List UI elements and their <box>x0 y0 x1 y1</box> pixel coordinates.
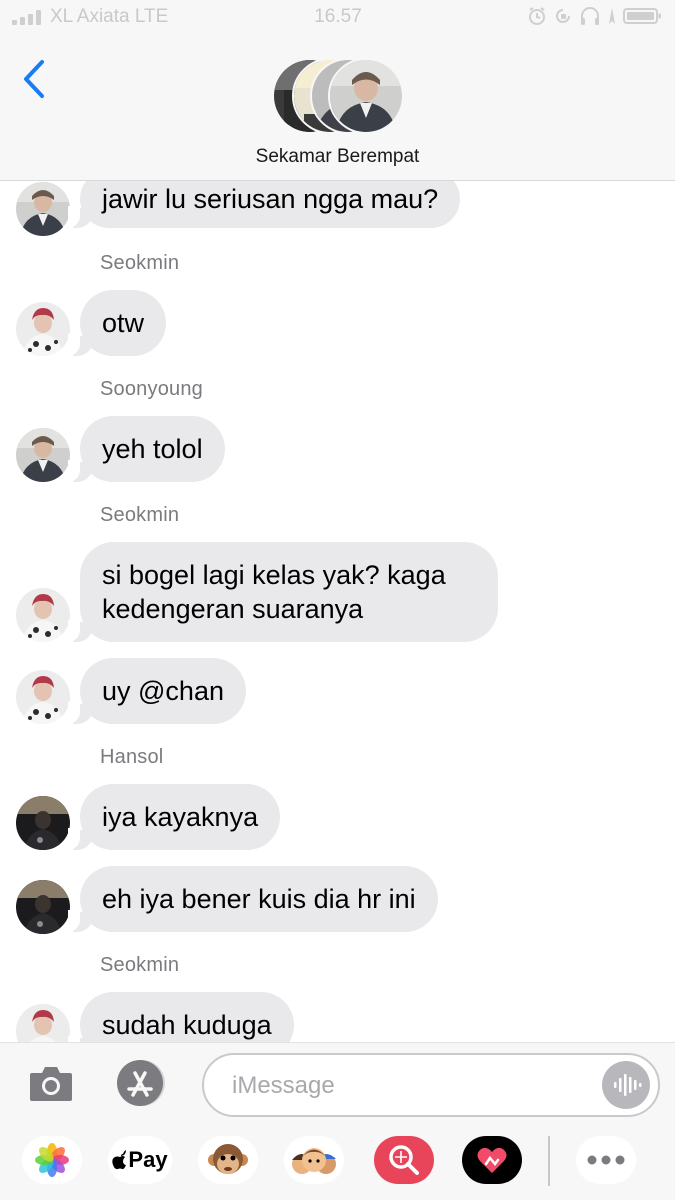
chevron-left-icon <box>24 60 44 98</box>
sender-name: Seokmin <box>100 954 180 976</box>
imessage-field[interactable] <box>202 1053 660 1117</box>
memoji-button[interactable] <box>284 1136 344 1184</box>
camera-icon <box>30 1067 72 1101</box>
audio-message-button[interactable] <box>602 1061 650 1109</box>
sender-avatar[interactable] <box>16 880 70 934</box>
apple-pay-button[interactable]: Pay <box>108 1136 172 1184</box>
more-apps-button[interactable] <box>576 1136 636 1184</box>
sender-name: Hansol <box>100 746 164 768</box>
sender-avatar[interactable] <box>16 670 70 724</box>
message-row: Soonyoung yeh tolol <box>0 378 675 488</box>
apple-pay-label: Pay <box>128 1147 168 1172</box>
alarm-icon <box>529 7 545 25</box>
message-row: eh iya bener kuis dia hr ini <box>0 866 675 936</box>
app-drawer: Pay <box>0 1124 675 1200</box>
message-row: Seokmin otw <box>0 252 675 362</box>
conversation-header: XL Axiata LTE 16.57 Sekamar Berempat <box>0 0 675 181</box>
sender-avatar[interactable] <box>16 182 70 236</box>
sender-name: Seokmin <box>100 504 180 526</box>
message-input[interactable] <box>230 1065 594 1107</box>
message-text: uy @chan <box>102 676 224 706</box>
audio-waveform-icon <box>614 1074 642 1096</box>
avatar-dark-jacket-icon <box>16 182 70 236</box>
message-row: Seokmin si bogel lagi kelas yak? kaga ke… <box>0 504 675 644</box>
drawer-divider <box>548 1136 550 1186</box>
sender-avatar[interactable] <box>16 302 70 356</box>
digital-touch-button[interactable] <box>462 1136 522 1184</box>
message-bubble[interactable]: iya kayaknya <box>67 784 281 850</box>
sender-avatar[interactable] <box>16 1004 70 1042</box>
more-apps-icon <box>587 1155 625 1165</box>
avatar-pink-hair-icon <box>16 588 70 642</box>
animoji-button[interactable] <box>198 1136 258 1184</box>
apple-pay-icon <box>112 1150 127 1170</box>
avatar-pink-hair-icon <box>16 1004 70 1042</box>
avatar-dark-photo-icon <box>16 796 70 850</box>
animoji-monkey-icon <box>208 1144 248 1174</box>
group-name[interactable]: Sekamar Berempat <box>0 146 675 168</box>
photos-app-button[interactable] <box>22 1136 82 1184</box>
message-bubble[interactable]: otw <box>67 290 167 356</box>
app-store-button[interactable] <box>112 1059 172 1107</box>
sender-avatar[interactable] <box>16 428 70 482</box>
message-text: iya kayaknya <box>102 802 259 832</box>
avatar-pink-hair-icon <box>16 670 70 724</box>
location-icon <box>609 8 615 24</box>
message-text: jawir lu seriusan ngga mau? <box>102 184 439 214</box>
sender-avatar[interactable] <box>16 796 70 850</box>
sender-name: Soonyoung <box>100 378 204 400</box>
avatar-dark-photo-icon <box>16 880 70 934</box>
message-text: sudah kuduga <box>102 1010 272 1040</box>
message-text: yeh tolol <box>102 434 203 464</box>
compose-bar <box>0 1042 675 1125</box>
sender-name: Seokmin <box>100 252 180 274</box>
carrier-name: XL Axiata LTE <box>50 6 169 27</box>
message-bubble[interactable]: yeh tolol <box>68 416 225 482</box>
headphones-icon <box>581 7 599 25</box>
message-row: uy @chan <box>0 656 675 726</box>
digital-touch-icon <box>477 1147 507 1173</box>
message-bubble[interactable]: si bogel lagi kelas yak? kaga kedengeran… <box>68 542 498 642</box>
back-button[interactable] <box>18 58 52 100</box>
member-avatar <box>328 58 404 134</box>
messages-screen: jawir lu seriusan ngga mau? Seokmin otw … <box>0 0 675 1200</box>
camera-button[interactable] <box>28 1063 74 1103</box>
orientation-lock-icon <box>556 9 570 23</box>
status-bar: XL Axiata LTE 16.57 <box>0 0 675 36</box>
message-text: si bogel lagi kelas yak? kaga kedengeran… <box>102 560 446 624</box>
group-avatar-stack[interactable] <box>272 58 404 134</box>
memoji-stickers-icon <box>292 1148 336 1174</box>
message-bubble[interactable]: eh iya bener kuis dia hr ini <box>68 866 438 932</box>
image-search-icon <box>389 1145 419 1175</box>
app-store-icon <box>117 1060 165 1106</box>
message-bubble[interactable]: uy @chan <box>68 658 246 724</box>
avatar-pink-hair-icon <box>16 302 70 356</box>
message-text: otw <box>102 308 145 338</box>
member-photo-icon <box>330 60 402 132</box>
battery-icon <box>623 8 661 24</box>
photos-app-icon <box>35 1143 69 1177</box>
message-row: Hansol iya kayaknya <box>0 746 675 856</box>
sender-avatar[interactable] <box>16 588 70 642</box>
status-icons <box>527 6 663 26</box>
signal-strength-icon <box>12 9 48 25</box>
message-bubble[interactable]: sudah kuduga <box>68 992 294 1042</box>
avatar-dark-jacket-icon <box>16 428 70 482</box>
image-search-button[interactable] <box>374 1136 434 1184</box>
message-row: Seokmin sudah kuduga <box>0 954 675 1042</box>
status-time: 16.57 <box>314 6 362 27</box>
message-text: eh iya bener kuis dia hr ini <box>102 884 416 914</box>
